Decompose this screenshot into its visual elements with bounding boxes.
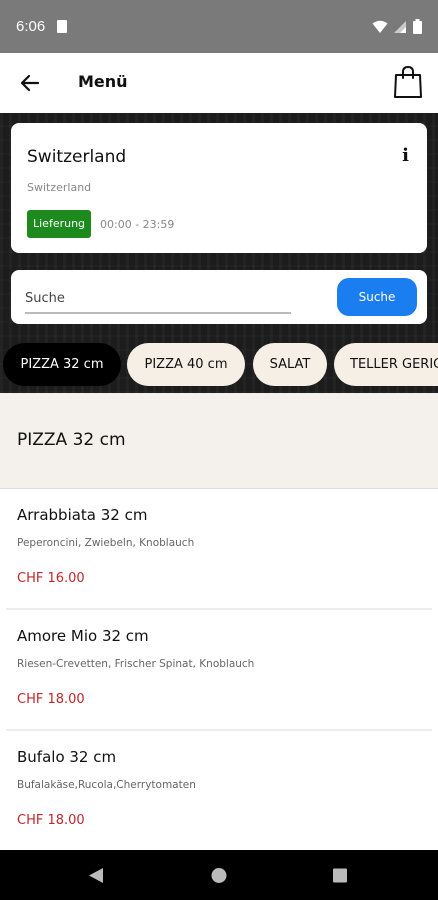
section-header: PIZZA 32 cm	[0, 393, 438, 489]
back-arrow-icon[interactable]	[18, 71, 42, 95]
tab-pizza-32[interactable]: PIZZA 32 cm	[3, 343, 121, 386]
nav-home-icon[interactable]	[211, 867, 227, 884]
shopping-bag-icon[interactable]	[393, 65, 423, 99]
search-card: Suche	[11, 270, 427, 324]
status-icons	[372, 19, 422, 34]
system-nav-bar	[0, 850, 438, 900]
cellular-signal-icon	[394, 20, 406, 33]
item-description: Bufalakäse,Rucola,Cherrytomaten	[17, 779, 196, 791]
item-description: Riesen-Crevetten, Frischer Spinat, Knobl…	[17, 658, 255, 670]
menu-item[interactable]: Arrabbiata 32 cm Peperoncini, Zwiebeln, …	[0, 489, 438, 610]
tab-pizza-40[interactable]: PIZZA 40 cm	[127, 343, 245, 386]
opening-hours: 00:00 - 23:59	[100, 218, 175, 231]
nav-recents-icon[interactable]	[332, 867, 348, 884]
tab-teller-gerichte[interactable]: TELLER GERICHTE	[334, 343, 438, 386]
status-bar: 6:06	[0, 0, 438, 53]
battery-icon	[413, 19, 422, 34]
nav-back-icon[interactable]	[88, 867, 104, 884]
item-name: Bufalo 32 cm	[17, 748, 117, 766]
item-price: CHF 16.00	[17, 571, 85, 586]
item-name: Amore Mio 32 cm	[17, 627, 149, 645]
sim-card-icon	[57, 20, 68, 33]
wifi-icon	[372, 20, 388, 33]
delivery-badge: Lieferung	[27, 210, 92, 238]
store-subtitle: Switzerland	[27, 181, 92, 194]
search-button[interactable]: Suche	[337, 278, 417, 316]
menu-item[interactable]: Amore Mio 32 cm Riesen-Crevetten, Frisch…	[0, 610, 438, 731]
item-price: CHF 18.00	[17, 813, 85, 828]
category-tabs: PIZZA 32 cm PIZZA 40 cm SALAT TELLER GER…	[0, 343, 438, 387]
store-card: Switzerland i Switzerland Lieferung 00:0…	[11, 123, 427, 253]
app-bar: Menü	[0, 53, 438, 113]
info-icon[interactable]: i	[402, 145, 409, 166]
item-name: Arrabbiata 32 cm	[17, 506, 148, 524]
section-title: PIZZA 32 cm	[17, 430, 126, 450]
item-description: Peperoncini, Zwiebeln, Knoblauch	[17, 537, 195, 549]
item-price: CHF 18.00	[17, 692, 85, 707]
page-title: Menü	[78, 72, 128, 91]
status-time: 6:06	[16, 18, 46, 35]
store-name: Switzerland	[27, 147, 127, 167]
search-input[interactable]	[25, 284, 291, 314]
tab-salat[interactable]: SALAT	[253, 343, 327, 386]
menu-item[interactable]: Bufalo 32 cm Bufalakäse,Rucola,Cherrytom…	[0, 731, 438, 852]
